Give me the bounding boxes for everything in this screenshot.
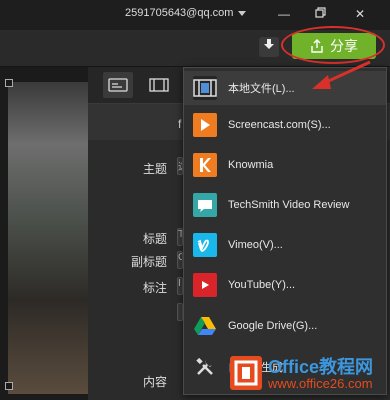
label-annotation: 标注 — [143, 281, 168, 295]
close-icon[interactable]: ✕ — [352, 6, 368, 22]
download-icon — [264, 39, 274, 49]
minimize-icon[interactable]: — — [276, 6, 292, 22]
local-file-icon — [193, 76, 217, 100]
label-subtitle: 副标题 — [131, 255, 168, 269]
download-button[interactable] — [259, 37, 279, 57]
filmstrip-icon — [149, 78, 169, 92]
captions-icon — [108, 78, 128, 92]
google-drive-icon — [193, 314, 217, 338]
menu-item-video-review[interactable]: TechSmith Video Review — [184, 188, 386, 222]
watermark-url: www.office26.com — [268, 376, 373, 391]
knowmia-icon — [193, 153, 217, 177]
account-dropdown-icon[interactable] — [238, 11, 246, 16]
resize-handle[interactable] — [5, 382, 13, 390]
resize-handle[interactable] — [5, 79, 13, 87]
menu-item-google-drive[interactable]: Google Drive(G)... — [184, 309, 386, 343]
menu-item-vimeo[interactable]: Vimeo(V)... — [184, 228, 386, 262]
menu-item-youtube[interactable]: YouTube(Y)... — [184, 268, 386, 302]
annotation-arrow-icon — [312, 60, 371, 89]
label-title: 标题 — [143, 232, 168, 246]
label-content: 内容 — [143, 375, 168, 389]
share-menu: 本地文件(L)... Screencast.com(S)... Knowmia … — [183, 67, 387, 395]
account-email[interactable]: 2591705643@qq.com — [125, 7, 233, 19]
tools-icon — [193, 355, 217, 379]
menu-item-label: Knowmia — [228, 159, 274, 171]
menu-item-label: TechSmith Video Review — [228, 199, 350, 211]
youtube-icon — [193, 273, 217, 297]
menu-item-label: 本地文件(L)... — [228, 83, 295, 95]
panel-header-text: f — [178, 117, 182, 131]
video-preview — [8, 82, 88, 394]
restore-icon[interactable] — [312, 6, 328, 22]
menu-item-label: YouTube(Y)... — [228, 279, 296, 291]
video-review-icon — [193, 193, 217, 217]
menu-item-label: Screencast.com(S)... — [228, 119, 331, 131]
vimeo-icon — [193, 233, 217, 257]
menu-item-label: Google Drive(G)... — [228, 320, 318, 332]
menu-item-screencast[interactable]: Screencast.com(S)... — [184, 108, 386, 142]
label-theme: 主题 — [143, 162, 168, 176]
screencast-icon — [193, 113, 217, 137]
tab-video[interactable] — [144, 72, 174, 98]
menu-item-label: Vimeo(V)... — [228, 239, 283, 251]
tab-captions[interactable] — [103, 72, 133, 98]
office-logo-icon — [230, 356, 262, 390]
menu-item-knowmia[interactable]: Knowmia — [184, 148, 386, 182]
